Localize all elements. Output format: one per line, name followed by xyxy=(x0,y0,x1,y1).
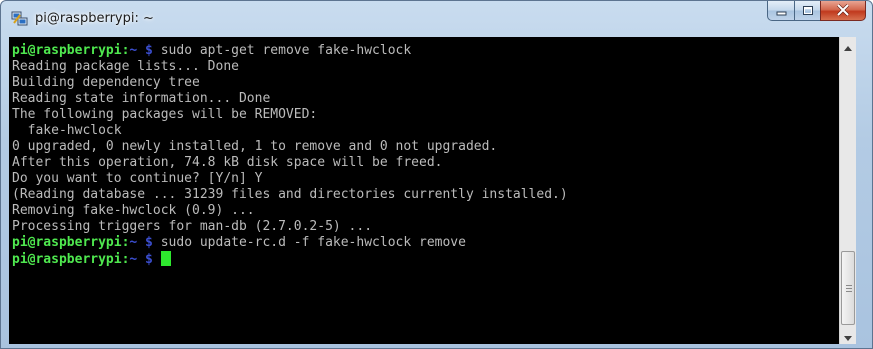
output-line: After this operation, 74.8 kB disk space… xyxy=(12,155,443,170)
vertical-scrollbar[interactable] xyxy=(839,37,856,344)
prompt-user-host: pi@raspberrypi xyxy=(12,43,122,58)
output-line: Reading package lists... Done xyxy=(12,59,239,74)
window-controls xyxy=(767,1,866,22)
output-line: The following packages will be REMOVED: xyxy=(12,107,318,122)
prompt-line: pi@raspberrypi:~ $ sudo apt-get remove f… xyxy=(12,43,568,59)
prompt-path: ~ $ xyxy=(129,235,153,250)
command-text xyxy=(153,252,161,267)
terminal-console[interactable]: pi@raspberrypi:~ $ sudo apt-get remove f… xyxy=(9,37,856,344)
output-line: fake-hwclock xyxy=(12,123,122,138)
output-line: Building dependency tree xyxy=(12,75,200,90)
prompt-user-host: pi@raspberrypi xyxy=(12,252,122,267)
close-button[interactable] xyxy=(820,1,866,21)
title-bar[interactable]: pi@raspberrypi: ~ xyxy=(1,1,872,37)
output-line: (Reading database ... 31239 files and di… xyxy=(12,187,568,202)
arrow-up-icon xyxy=(844,37,852,55)
scrollbar-thumb[interactable] xyxy=(841,251,855,325)
maximize-icon xyxy=(802,1,814,20)
scrollbar-grip-icon xyxy=(846,285,852,292)
text-cursor xyxy=(160,251,171,266)
minimize-button[interactable] xyxy=(767,1,794,21)
window-title: pi@raspberrypi: ~ xyxy=(35,11,154,26)
output-line: 0 upgraded, 0 newly installed, 1 to remo… xyxy=(12,139,498,154)
minimize-icon xyxy=(776,1,787,20)
prompt-path: ~ $ xyxy=(129,43,153,58)
prompt-line: pi@raspberrypi:~ $ xyxy=(12,251,568,267)
terminal-window: pi@raspberrypi: ~ pi@raspberrypi:~ $ sud… xyxy=(0,0,873,349)
output-line: Do you want to continue? [Y/n] Y xyxy=(12,171,263,186)
prompt-line: pi@raspberrypi:~ $ sudo update-rc.d -f f… xyxy=(12,235,568,251)
maximize-button[interactable] xyxy=(794,1,820,21)
output-line: Removing fake-hwclock (0.9) ... xyxy=(12,203,255,218)
output-line: Processing triggers for man-db (2.7.0.2-… xyxy=(12,219,373,234)
prompt-path: ~ $ xyxy=(129,252,153,267)
arrow-down-icon xyxy=(844,326,852,344)
terminal-output: pi@raspberrypi:~ $ sudo apt-get remove f… xyxy=(12,43,568,267)
command-text: sudo update-rc.d -f fake-hwclock remove xyxy=(152,235,466,250)
output-line: Reading state information... Done xyxy=(12,91,271,106)
prompt-user-host: pi@raspberrypi xyxy=(12,235,122,250)
close-icon xyxy=(836,1,850,20)
scroll-up-button[interactable] xyxy=(840,37,856,54)
command-text: sudo apt-get remove fake-hwclock xyxy=(152,43,412,58)
putty-icon[interactable] xyxy=(11,11,29,27)
scroll-down-button[interactable] xyxy=(840,327,856,344)
